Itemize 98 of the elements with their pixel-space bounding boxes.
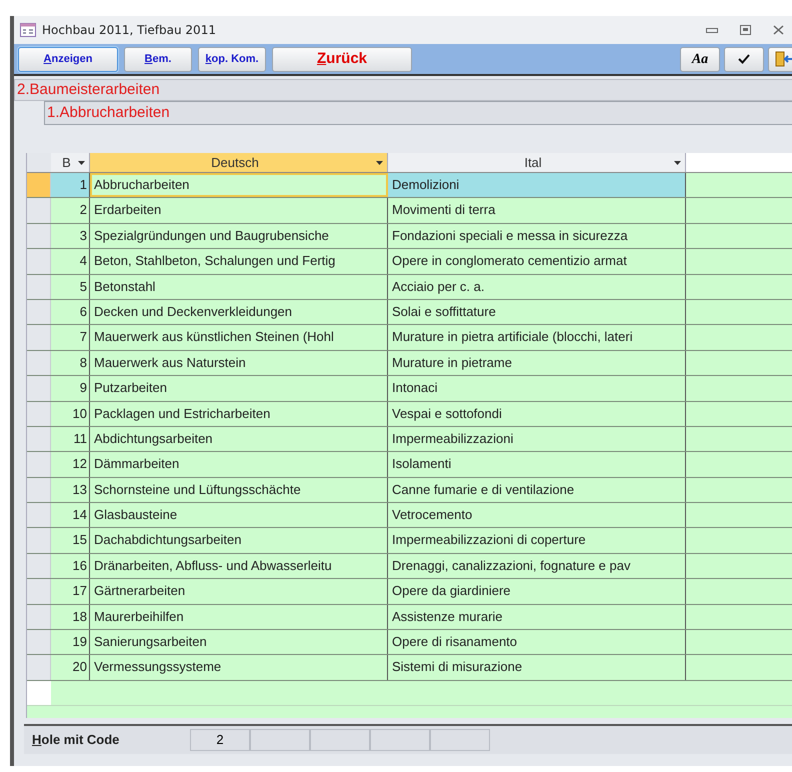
- table-cell: Impermeabilizzazioni di coperture: [388, 528, 686, 553]
- code-field[interactable]: 2: [190, 729, 250, 751]
- table-cell: 18: [51, 604, 90, 630]
- table-cell: 7: [51, 325, 90, 350]
- table-cell[interactable]: Dämmarbeiten: [90, 452, 388, 477]
- table-cell: Murature in pietra artificiale (blocchi, lateri: [388, 325, 686, 350]
- row-selector[interactable]: [27, 300, 51, 324]
- row-selector[interactable]: [27, 402, 51, 426]
- table-cell: 15: [51, 528, 90, 553]
- table-cell[interactable]: Maurerbeihilfen: [90, 604, 388, 630]
- table-cell: 20: [51, 655, 90, 680]
- toolbar-button[interactable]: Zurück: [272, 46, 412, 72]
- empty-status-field: [370, 729, 430, 751]
- table-cell[interactable]: Packlagen und Estricharbeiten: [90, 402, 388, 426]
- column-header[interactable]: Deutsch: [90, 153, 388, 172]
- row-selector[interactable]: [27, 274, 51, 299]
- table-cell: Impermeabilizzazioni: [388, 426, 686, 452]
- table-cell[interactable]: Erdarbeiten: [90, 198, 388, 223]
- table-cell[interactable]: Putzarbeiten: [90, 376, 388, 401]
- table-cell: 1: [51, 173, 90, 198]
- category-label: 2.Baumeisterarbeiten: [14, 79, 792, 101]
- table-cell[interactable]: Abbrucharbeiten: [90, 173, 388, 198]
- font-button[interactable]: Aa: [680, 46, 720, 72]
- new-record-selector[interactable]: [27, 680, 51, 705]
- table-cell: Assistenze murarie: [388, 604, 686, 630]
- empty-status-field: [310, 729, 370, 751]
- form-icon: [20, 23, 36, 37]
- table-cell: Vespai e sottofondi: [388, 402, 686, 426]
- row-selector[interactable]: [27, 350, 51, 376]
- toolbar-button[interactable]: Bem.: [124, 46, 192, 72]
- toolbar-button[interactable]: Anzeigen: [18, 46, 118, 72]
- table-cell[interactable]: Abdichtungsarbeiten: [90, 426, 388, 452]
- table-cell: Opere di risanamento: [388, 630, 686, 654]
- row-selector[interactable]: [27, 224, 51, 248]
- toolbar-button[interactable]: kop. Kom.: [198, 46, 266, 72]
- table-cell: 4: [51, 249, 90, 274]
- table-cell[interactable]: Schornsteine und Lüftungsschächte: [90, 478, 388, 502]
- table-cell: Murature in pietrame: [388, 350, 686, 376]
- table-cell: Movimenti di terra: [388, 198, 686, 223]
- dropdown-caret-icon[interactable]: [376, 160, 383, 164]
- row-selector[interactable]: [27, 426, 51, 452]
- empty-status-field: [250, 729, 310, 751]
- table-cell: 16: [51, 554, 90, 578]
- table-cell: Acciaio per c. a.: [388, 274, 686, 299]
- table-cell: Demolizioni: [388, 173, 686, 198]
- table-cell: Sistemi di misurazione: [388, 655, 686, 680]
- table-cell: Intonaci: [388, 376, 686, 401]
- maximize-icon[interactable]: [740, 25, 751, 35]
- table-cell[interactable]: Glasbausteine: [90, 503, 388, 528]
- row-selector[interactable]: [27, 604, 51, 630]
- table-cell: 9: [51, 376, 90, 401]
- table-cell: 17: [51, 579, 90, 604]
- table-cell[interactable]: Mauerwerk aus Naturstein: [90, 350, 388, 376]
- table-cell: Canne fumarie e di ventilazione: [388, 478, 686, 502]
- table-cell[interactable]: Vermessungssysteme: [90, 655, 388, 680]
- table-cell: Solai e soffittature: [388, 300, 686, 324]
- subcategory-label: 1.Abbrucharbeiten: [44, 101, 792, 125]
- row-selector[interactable]: [27, 173, 51, 198]
- window-title: Hochbau 2011, Tiefbau 2011: [42, 22, 216, 39]
- table-cell: 19: [51, 630, 90, 654]
- table-cell: 13: [51, 478, 90, 502]
- table-cell: 11: [51, 426, 90, 452]
- table-cell[interactable]: Dachabdichtungsarbeiten: [90, 528, 388, 553]
- table-cell: Vetrocemento: [388, 503, 686, 528]
- table-cell: Drenaggi, canalizzazioni, fognature e pav: [388, 554, 686, 578]
- empty-status-field: [430, 729, 490, 751]
- table-cell: 3: [51, 224, 90, 248]
- table-cell: Isolamenti: [388, 452, 686, 477]
- table-cell: 12: [51, 452, 90, 477]
- confirm-button[interactable]: [724, 46, 764, 72]
- table-cell: Fondazioni speciali e messa in sicurezza: [388, 224, 686, 248]
- table-cell: Opere da giardiniere: [388, 579, 686, 604]
- table-cell[interactable]: Mauerwerk aus künstlichen Steinen (Hohl: [90, 325, 388, 350]
- dropdown-caret-icon[interactable]: [674, 160, 681, 164]
- checkmark-icon: [738, 54, 750, 64]
- table-cell[interactable]: Gärtnerarbeiten: [90, 579, 388, 604]
- dropdown-caret-icon[interactable]: [78, 160, 85, 164]
- table-cell: 6: [51, 300, 90, 324]
- row-selector[interactable]: [27, 478, 51, 502]
- table-cell[interactable]: Betonstahl: [90, 274, 388, 299]
- row-selector[interactable]: [27, 554, 51, 578]
- table-cell[interactable]: Beton, Stahlbeton, Schalungen und Fertig: [90, 249, 388, 274]
- door-arrow-icon: [775, 51, 792, 67]
- row-selector[interactable]: [27, 503, 51, 528]
- table-cell: 5: [51, 274, 90, 299]
- close-icon[interactable]: [773, 25, 784, 35]
- status-label: Hole mit Code: [32, 731, 120, 750]
- table-cell: 2: [51, 198, 90, 223]
- minimize-icon[interactable]: [706, 26, 718, 34]
- table-cell[interactable]: Dränarbeiten, Abfluss- und Abwasserleitu: [90, 554, 388, 578]
- table-cell: 10: [51, 402, 90, 426]
- table-cell: 8: [51, 350, 90, 376]
- row-selector[interactable]: [27, 630, 51, 654]
- table-cell: Opere in conglomerato cementizio armat: [388, 249, 686, 274]
- table-cell[interactable]: Spezialgründungen und Baugrubensiche: [90, 224, 388, 248]
- table-cell: 14: [51, 503, 90, 528]
- table-cell[interactable]: Decken und Deckenverkleidungen: [90, 300, 388, 324]
- table-cell[interactable]: Sanierungsarbeiten: [90, 630, 388, 654]
